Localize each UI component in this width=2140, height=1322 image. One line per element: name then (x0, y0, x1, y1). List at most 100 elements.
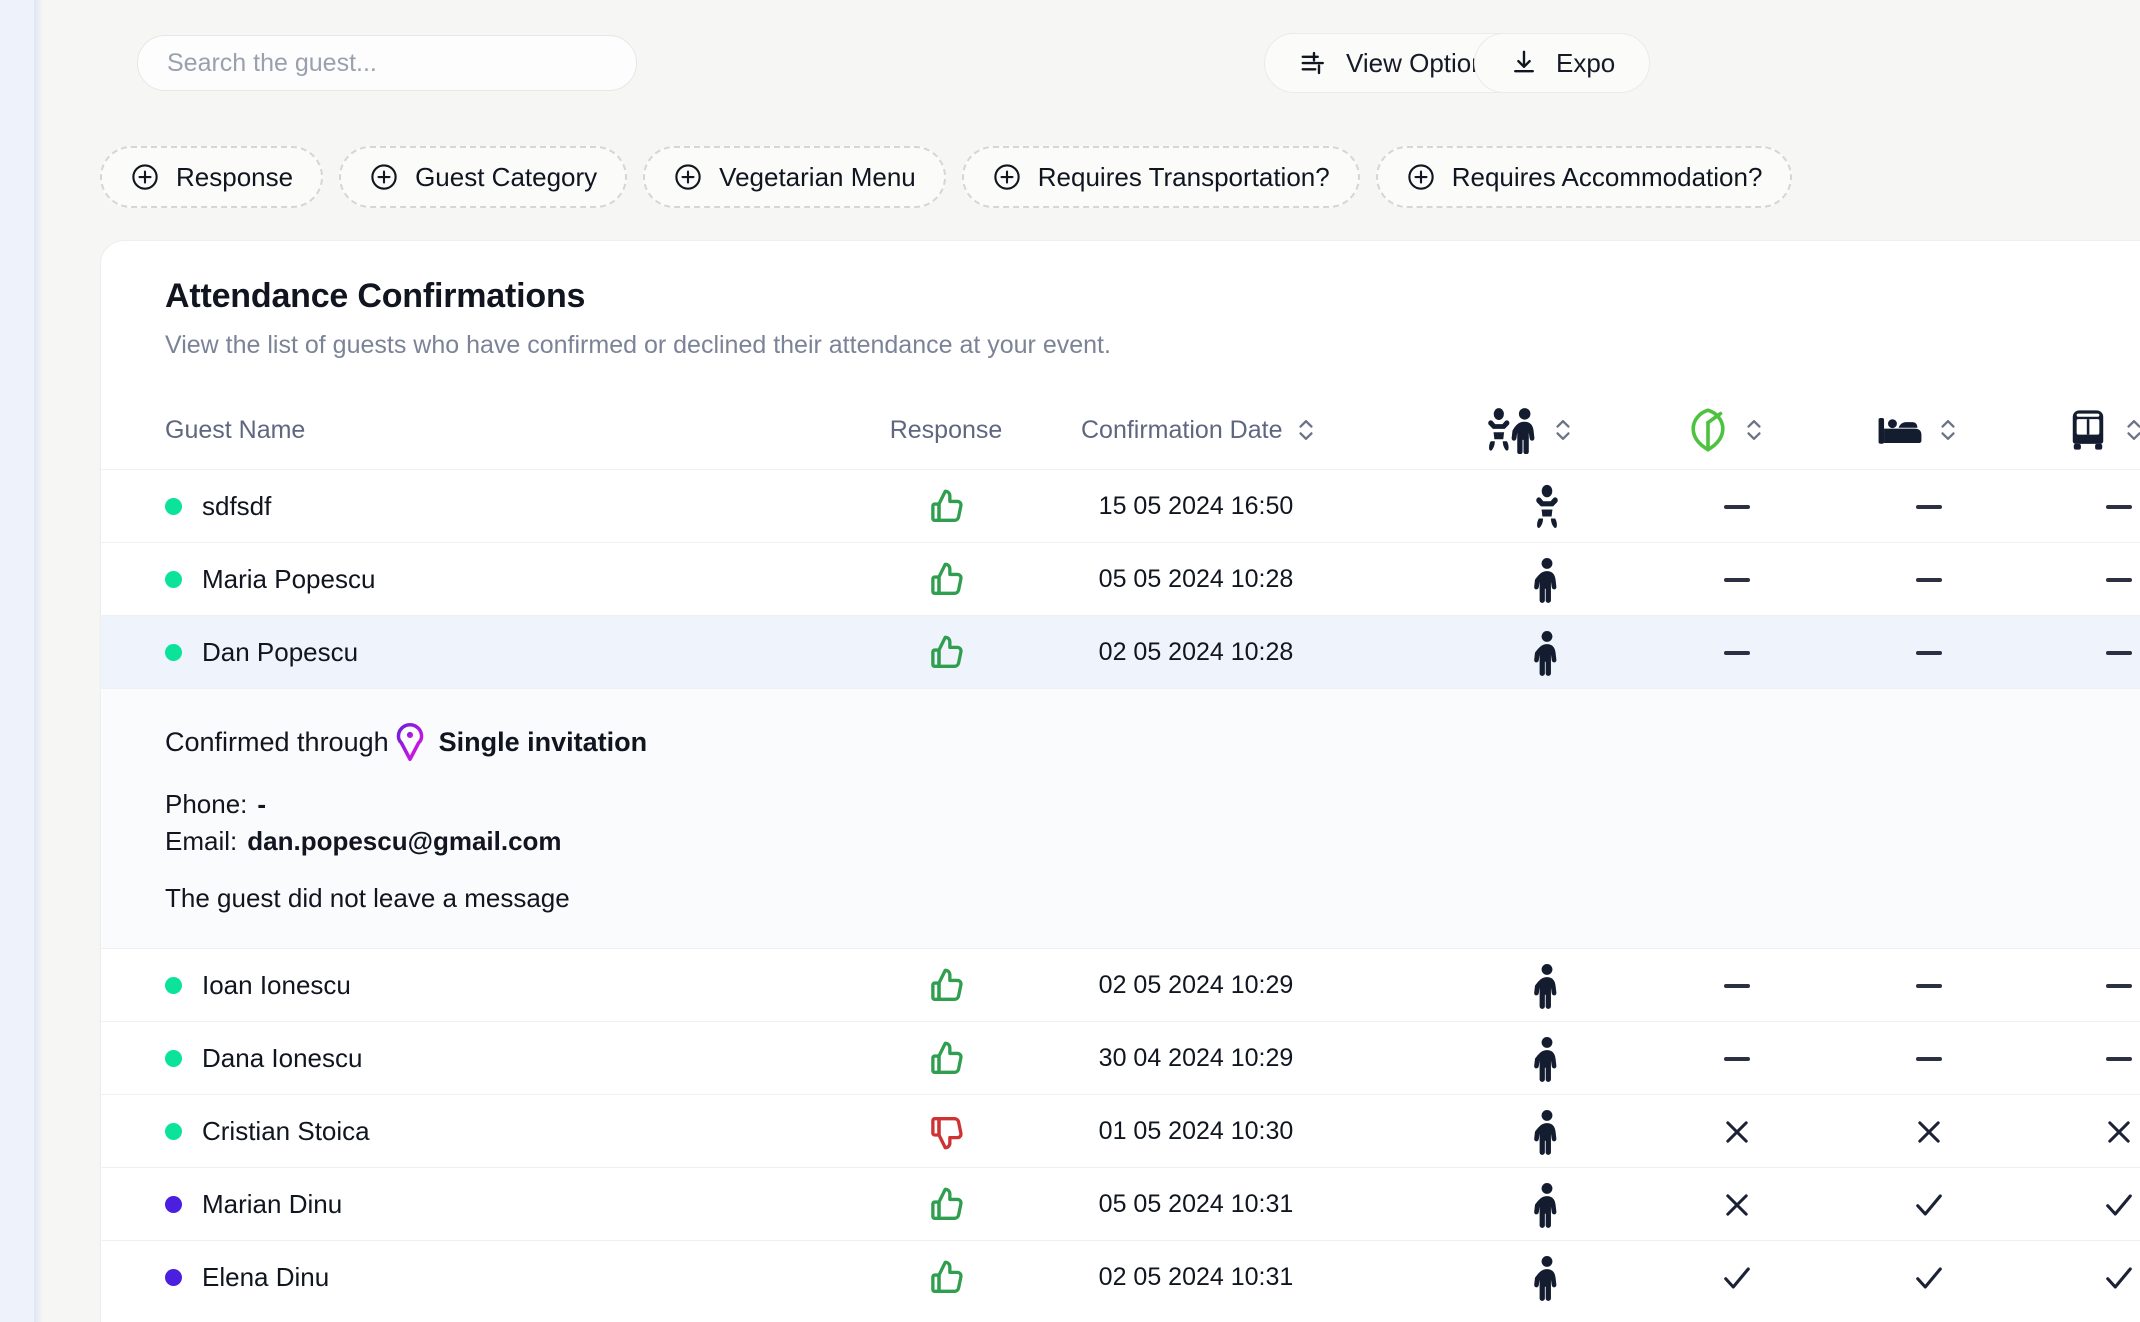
confirmation-date: 30 04 2024 10:29 (1098, 1044, 1294, 1072)
status-dot (165, 1050, 182, 1067)
cross-icon (1726, 1193, 1748, 1216)
empty-value-dash (2106, 983, 2132, 988)
check-icon (1916, 1193, 1942, 1216)
column-header-accommodation[interactable] (1876, 391, 1959, 469)
filter-chip-bar: Response Guest Category Vegetarian Menu Req… (100, 146, 1793, 208)
guest-name: Dana Ionescu (202, 1043, 363, 1073)
table-header: Guest Name Response Confirmation Date (101, 391, 2140, 469)
check-icon (2106, 1266, 2132, 1289)
sort-chevrons-icon[interactable] (1552, 415, 1574, 445)
plus-circle-icon (994, 164, 1020, 190)
filter-chip-label: Requires Accommodation? (1451, 161, 1763, 192)
empty-value-dash (1724, 577, 1750, 582)
confirmation-date-cell: 02 05 2024 10:28 (1081, 616, 1311, 689)
confirmation-date: 05 05 2024 10:28 (1098, 565, 1294, 593)
confirmation-date: 02 05 2024 10:28 (1098, 638, 1294, 666)
check-icon (1724, 1266, 1750, 1289)
filter-chip-response[interactable]: Response (100, 146, 324, 208)
vegetarian-menu-cell (1691, 1095, 1783, 1168)
table-row[interactable]: Marian Dinu 05 05 2024 10:31 (101, 1167, 2140, 1240)
email-row: Email: dan.popescu@gmail.com (165, 826, 2140, 857)
thumbs-up-icon[interactable] (925, 965, 967, 1007)
check-icon (1916, 1266, 1942, 1289)
vegetarian-menu-cell (1691, 616, 1783, 689)
invitation-pin-icon (396, 723, 423, 761)
accommodation-cell (1883, 1095, 1975, 1168)
check-icon (2106, 1193, 2132, 1216)
empty-value-dash (1916, 577, 1942, 582)
status-dot (165, 1269, 182, 1286)
email-value: dan.popescu@gmail.com (247, 826, 562, 856)
thumbs-up-icon[interactable] (925, 1184, 967, 1226)
thumbs-up-icon[interactable] (925, 1257, 967, 1299)
sort-chevrons-icon[interactable] (1295, 415, 1317, 445)
table-body: sdfsdf 15 05 2024 16:50 Maria Popescu 05 05… (101, 469, 2140, 1313)
empty-value-dash (2106, 650, 2132, 655)
filter-chip-requires-accommodation[interactable]: Requires Accommodation? (1375, 146, 1793, 208)
empty-value-dash (1724, 504, 1750, 509)
response-cell[interactable] (891, 1095, 1001, 1168)
thumbs-up-icon[interactable] (925, 486, 967, 528)
export-button[interactable]: Expo (1474, 33, 1651, 93)
sort-chevrons-icon[interactable] (2123, 415, 2140, 445)
filter-chip-requires-transportation[interactable]: Requires Transportation? (961, 146, 1360, 208)
response-cell[interactable] (891, 616, 1001, 689)
plus-circle-icon (371, 164, 397, 190)
phone-value: - (257, 789, 267, 819)
sort-chevrons-icon[interactable] (1937, 415, 1959, 445)
response-cell[interactable] (891, 470, 1001, 543)
table-row[interactable]: Maria Popescu 05 05 2024 10:28 (101, 542, 2140, 615)
thumbs-up-icon[interactable] (925, 559, 967, 601)
filter-chip-vegetarian-menu[interactable]: Vegetarian Menu (643, 146, 946, 208)
sort-chevrons-icon[interactable] (1743, 415, 1765, 445)
column-header-transportation[interactable] (2066, 391, 2140, 469)
thumbs-down-icon[interactable] (925, 1111, 967, 1153)
filter-chip-label: Response (176, 161, 294, 192)
status-dot (165, 644, 182, 661)
table-row[interactable]: sdfsdf 15 05 2024 16:50 (101, 469, 2140, 542)
table-row[interactable]: Ioan Ionescu 02 05 2024 10:29 (101, 948, 2140, 1021)
guest-detail-panel: Confirmed through Single invitation Phone:… (101, 688, 2140, 948)
table-row[interactable]: Elena Dinu 02 05 2024 10:31 (101, 1240, 2140, 1313)
export-label: Expo (1556, 47, 1616, 78)
response-cell[interactable] (891, 543, 1001, 616)
filter-chip-label: Guest Category (415, 161, 598, 192)
page-title: Attendance Confirmations (165, 277, 586, 315)
column-header-vegetarian-menu[interactable] (1686, 391, 1765, 469)
cross-icon (2108, 1120, 2130, 1143)
guest-name-cell: Dan Popescu (165, 616, 358, 689)
left-rail (0, 0, 34, 1322)
response-cell[interactable] (891, 1168, 1001, 1241)
response-cell[interactable] (891, 1022, 1001, 1095)
table-row[interactable]: Cristian Stoica 01 05 2024 10:30 (101, 1094, 2140, 1167)
response-cell[interactable] (891, 949, 1001, 1022)
empty-value-dash (2106, 577, 2132, 582)
column-header-guest-category[interactable] (1483, 391, 1574, 469)
accommodation-cell (1883, 470, 1975, 543)
adult-icon (1534, 1255, 1557, 1301)
table-row[interactable]: Dan Popescu 02 05 2024 10:28 (101, 615, 2140, 688)
table-row[interactable]: Dana Ionescu 30 04 2024 10:29 (101, 1021, 2140, 1094)
empty-value-dash (1724, 983, 1750, 988)
empty-value-dash (1724, 650, 1750, 655)
confirmation-date-cell: 02 05 2024 10:29 (1081, 949, 1311, 1022)
thumbs-up-icon[interactable] (925, 1038, 967, 1080)
empty-value-dash (1916, 650, 1942, 655)
confirmation-date: 15 05 2024 16:50 (1098, 492, 1294, 520)
invitation-type: Single invitation (438, 726, 648, 757)
response-cell[interactable] (891, 1241, 1001, 1314)
transportation-cell (2073, 1095, 2140, 1168)
phone-label: Phone: (165, 789, 248, 819)
confirmed-through-label: Confirmed through (165, 726, 389, 757)
accommodation-cell (1883, 1168, 1975, 1241)
guest-name: Marian Dinu (202, 1189, 343, 1219)
guest-category-cell (1501, 543, 1593, 616)
column-header-response: Response (889, 415, 1003, 444)
guest-category-cell (1501, 1095, 1593, 1168)
status-dot (165, 571, 182, 588)
email-label: Email: (165, 826, 238, 856)
column-header-confirmation-date[interactable]: Confirmation Date (1081, 391, 1317, 469)
filter-chip-guest-category[interactable]: Guest Category (339, 146, 628, 208)
search-input[interactable] (137, 35, 637, 91)
thumbs-up-icon[interactable] (925, 632, 967, 674)
